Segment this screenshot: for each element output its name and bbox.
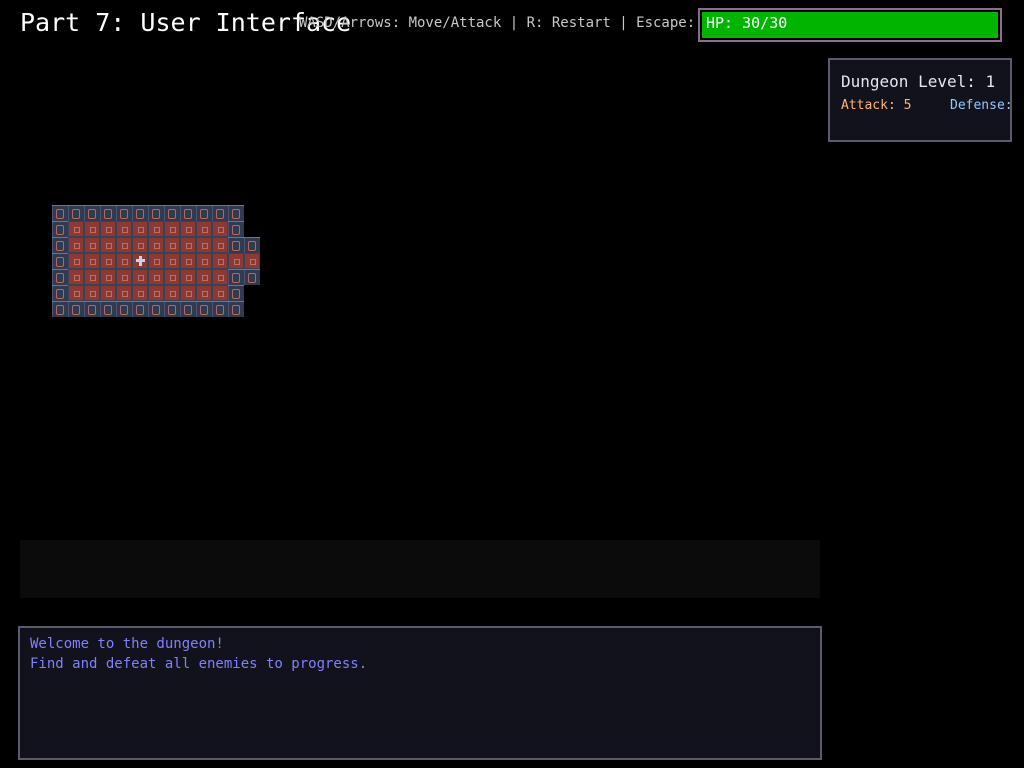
wall-tile [180,301,196,317]
floor-tile [132,221,148,237]
floor-tile [68,221,84,237]
floor-tile [164,237,180,253]
floor-tile [196,221,212,237]
wall-tile [52,301,68,317]
wall-tile [116,301,132,317]
dungeon-map[interactable] [0,0,820,540]
floor-tile [148,285,164,301]
hp-label: HP: 30/30 [706,14,788,32]
wall-tile [196,205,212,221]
attack-label: Attack: 5 [841,98,912,113]
floor-tile [212,269,228,285]
floor-tile [148,221,164,237]
floor-tile [84,221,100,237]
wall-tile [84,301,100,317]
wall-tile [228,269,244,285]
wall-tile [228,301,244,317]
floor-tile [196,269,212,285]
wall-tile [68,301,84,317]
floor-tile [164,221,180,237]
wall-tile [52,237,68,253]
stats-panel: Dungeon Level: 1 Attack: 5 Defense: 2 [828,58,1012,142]
floor-tile [116,253,132,269]
floor-tile [100,269,116,285]
floor-tile [212,237,228,253]
hp-bar: HP: 30/30 [698,8,1002,42]
floor-tile [164,253,180,269]
floor-tile [228,253,244,269]
floor-tile [100,253,116,269]
floor-tile [100,285,116,301]
wall-tile [52,285,68,301]
floor-tile [132,269,148,285]
wall-tile [148,301,164,317]
floor-tile [180,269,196,285]
floor-tile [164,269,180,285]
floor-tile [100,221,116,237]
floor-tile [132,285,148,301]
dungeon-level-label: Dungeon Level: 1 [841,72,996,91]
floor-tile [116,237,132,253]
player-character [132,253,148,269]
floor-tile [68,237,84,253]
wall-tile [100,205,116,221]
floor-tile [84,237,100,253]
wall-tile [180,205,196,221]
floor-tile [244,253,260,269]
floor-tile [84,253,100,269]
log-line: Find and defeat all enemies to progress. [30,656,368,672]
floor-tile [100,237,116,253]
floor-tile [84,285,100,301]
floor-tile [196,253,212,269]
wall-tile [196,301,212,317]
wall-tile [116,205,132,221]
log-line: Welcome to the dungeon! [30,636,224,652]
floor-tile [212,253,228,269]
floor-tile [148,269,164,285]
wall-tile [132,301,148,317]
floor-tile [132,237,148,253]
floor-tile [180,253,196,269]
wall-tile [100,301,116,317]
wall-tile [68,205,84,221]
wall-tile [52,205,68,221]
wall-tile [212,205,228,221]
wall-tile [228,205,244,221]
floor-tile [116,285,132,301]
floor-tile [68,253,84,269]
wall-tile [228,237,244,253]
wall-tile [244,269,260,285]
floor-tile [196,285,212,301]
floor-tile [116,221,132,237]
wall-tile [52,221,68,237]
floor-tile [148,237,164,253]
wall-tile [52,269,68,285]
status-band [20,540,820,598]
wall-tile [52,253,68,269]
wall-tile [244,237,260,253]
floor-tile [148,253,164,269]
floor-tile [164,285,180,301]
floor-tile [180,237,196,253]
floor-tile [68,285,84,301]
message-log: Welcome to the dungeon! Find and defeat … [18,626,822,760]
wall-tile [212,301,228,317]
wall-tile [132,205,148,221]
floor-tile [212,285,228,301]
floor-tile [212,221,228,237]
wall-tile [164,301,180,317]
wall-tile [228,221,244,237]
wall-tile [148,205,164,221]
wall-tile [228,285,244,301]
floor-tile [84,269,100,285]
defense-label: Defense: 2 [950,98,1012,113]
floor-tile [196,237,212,253]
wall-tile [164,205,180,221]
controls-hint: WASD/Arrows: Move/Attack | R: Restart | … [299,15,704,31]
floor-tile [180,285,196,301]
floor-tile [116,269,132,285]
wall-tile [84,205,100,221]
floor-tile [180,221,196,237]
floor-tile [68,269,84,285]
